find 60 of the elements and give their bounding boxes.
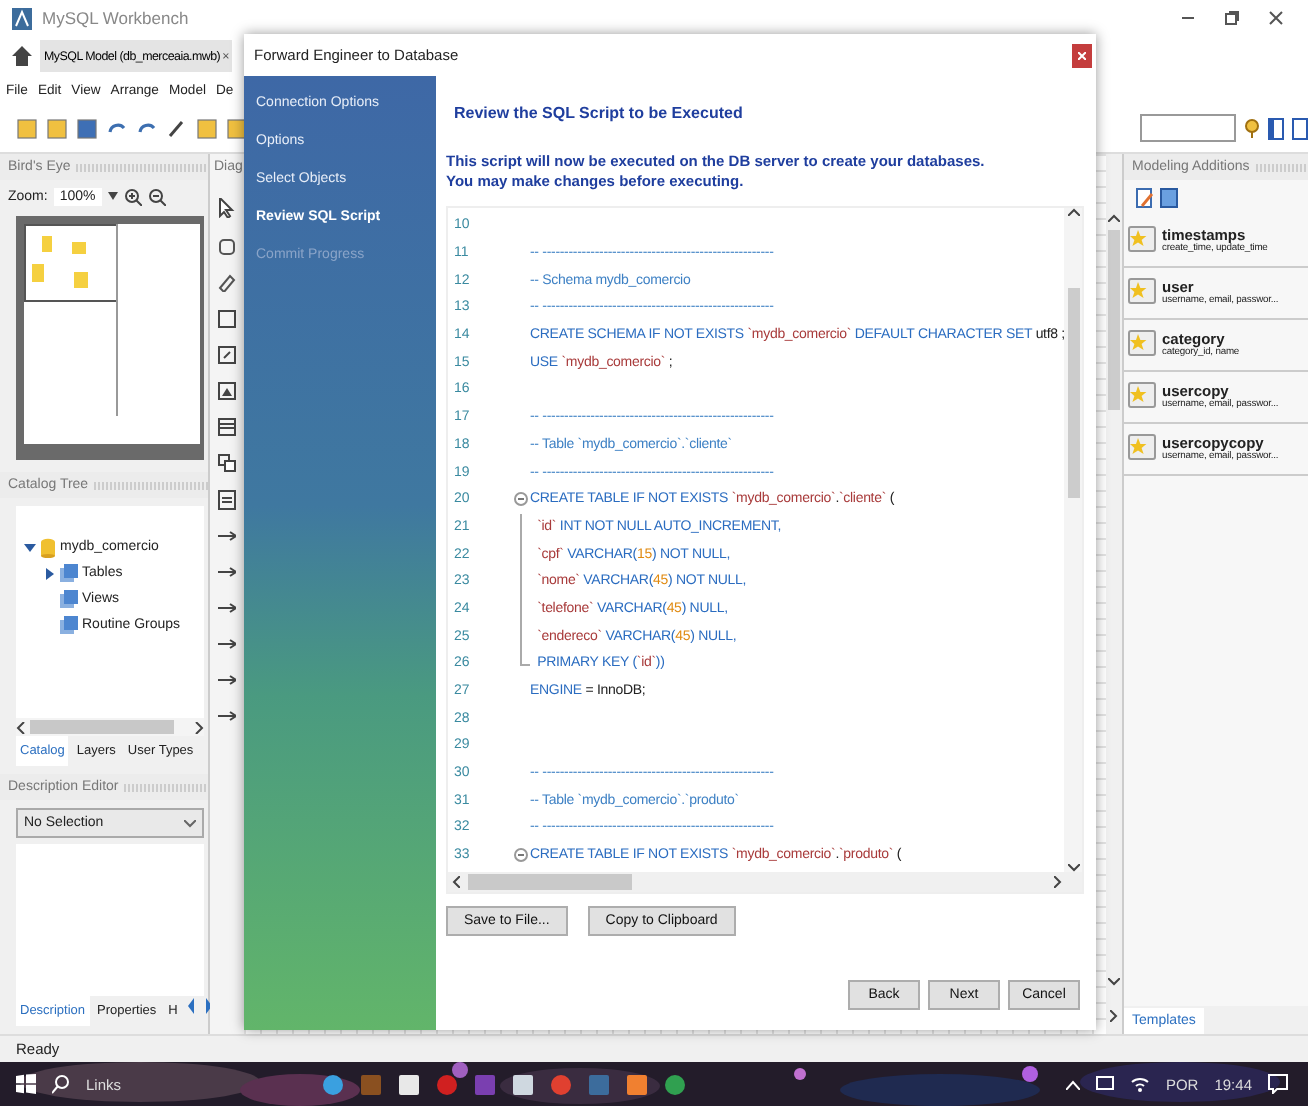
dropdown-caret-icon[interactable] [107,192,118,200]
panel-toggle-icon[interactable] [1268,117,1284,139]
expand-toggle-icon[interactable] [44,567,56,579]
relationship-icon[interactable] [218,564,236,582]
relationship-icon[interactable] [218,672,236,690]
taskbar-app-icon[interactable] [398,1073,420,1095]
taskbar-app-icon[interactable] [512,1073,534,1095]
tab-scroll-icon[interactable] [185,996,214,1016]
eraser-icon[interactable] [218,274,236,292]
table-icon[interactable] [218,418,236,436]
fold-toggle-icon[interactable] [513,492,527,507]
page-heading: Review the SQL Script to be Executed [454,104,745,122]
relationship-icon[interactable] [218,600,236,618]
home-icon[interactable] [12,46,32,66]
zoom-in-icon[interactable] [123,187,142,205]
scrollbar-thumb[interactable] [468,874,632,890]
app-logo-icon [12,7,32,29]
scrollbar-thumb[interactable] [1108,230,1120,410]
scroll-left-icon[interactable] [452,876,460,888]
taskbar-app-icon[interactable] [322,1073,344,1095]
relationship-icon[interactable] [218,528,236,546]
panel-toggle-icon[interactable] [1292,117,1308,139]
close-button[interactable] [1072,43,1092,67]
template-icon[interactable] [1160,188,1178,208]
pencil-icon[interactable] [166,117,188,139]
edit-template-icon[interactable] [1136,188,1154,208]
wifi-icon[interactable] [1129,1076,1150,1092]
window-title: MySQL Workbench [42,8,189,28]
scroll-down-icon[interactable] [1108,978,1120,986]
routine-icon[interactable] [218,490,236,510]
scroll-left-icon[interactable] [16,721,26,733]
scroll-right-icon[interactable] [194,721,204,733]
relationship-icon[interactable] [218,636,236,654]
dropdown-caret-icon [184,819,196,827]
scroll-right-icon[interactable] [1054,876,1062,888]
pointer-icon[interactable] [218,198,236,218]
windows-start-icon[interactable] [16,1074,36,1094]
zoom-out-icon[interactable] [147,187,166,205]
close-icon [1078,51,1086,59]
notification-icon[interactable] [1268,1074,1288,1094]
taskbar-app-icon[interactable] [626,1073,648,1095]
note-icon[interactable] [218,346,236,364]
scroll-up-icon[interactable] [1108,214,1120,222]
close-icon[interactable] [1268,10,1284,26]
fold-toggle-icon[interactable] [513,848,527,863]
search-icon[interactable] [52,1074,70,1094]
scrollbar-thumb[interactable] [30,720,174,734]
relationship-icon[interactable] [218,708,236,726]
scroll-up-icon[interactable] [1067,208,1079,216]
scrollbar-thumb[interactable] [1067,288,1079,498]
search-field[interactable] [1140,114,1236,142]
image-icon[interactable] [218,382,236,400]
view-icon[interactable] [218,454,236,472]
caret-up-icon[interactable] [1065,1079,1080,1089]
restore-icon[interactable] [1224,10,1240,26]
monitor-icon[interactable] [1095,1076,1114,1092]
scroll-down-icon[interactable] [1067,864,1079,872]
expand-toggle-icon[interactable] [24,541,36,553]
description-field[interactable] [16,844,204,996]
scroll-right-icon[interactable] [1110,1010,1118,1022]
